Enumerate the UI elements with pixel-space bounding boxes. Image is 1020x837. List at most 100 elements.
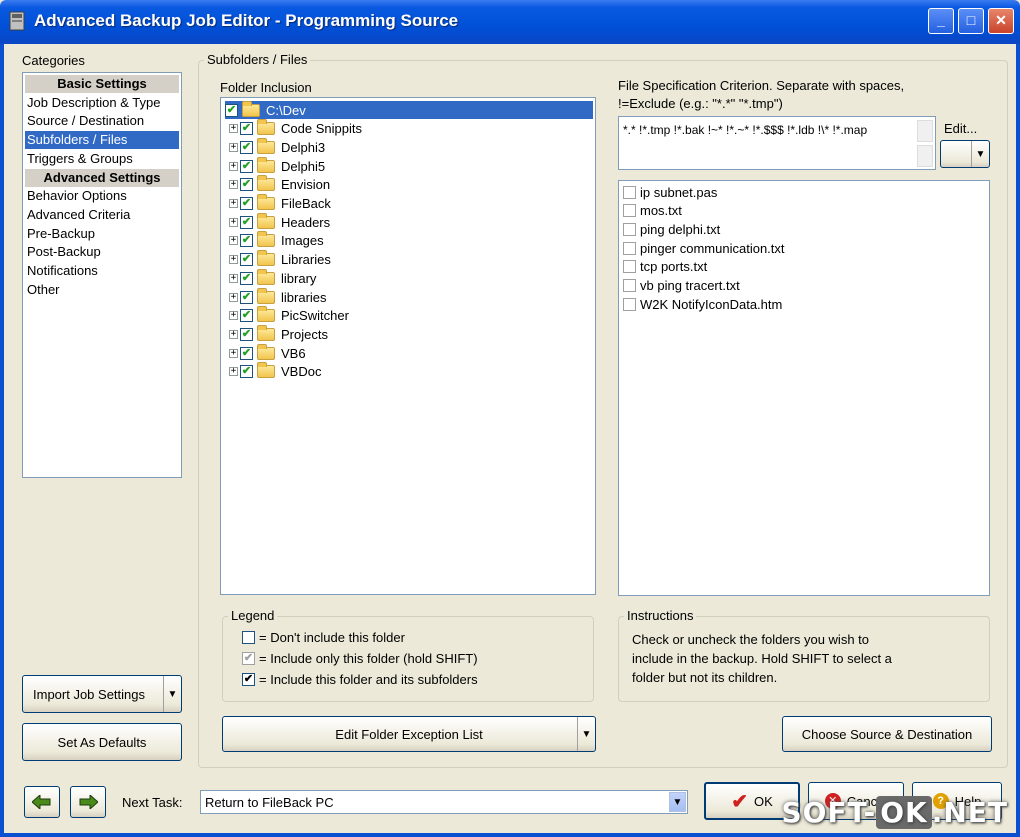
file-row[interactable]: mos.txt [623, 202, 682, 220]
folder-checkbox[interactable]: ✔ [240, 346, 253, 360]
tree-row[interactable]: + ✔ Delphi5 [229, 156, 325, 175]
tree-row[interactable]: + ✔ library [229, 268, 316, 287]
category-item[interactable]: Post-Backup [25, 243, 179, 261]
expand-icon[interactable]: + [229, 311, 238, 321]
file-checkbox[interactable] [623, 297, 636, 311]
category-item[interactable]: Pre-Backup [25, 225, 179, 243]
expand-icon[interactable]: + [229, 329, 238, 339]
tree-row[interactable]: + ✔ Envision [229, 175, 330, 194]
import-job-settings-button[interactable]: Import Job Settings ▼ [22, 675, 182, 713]
folder-checkbox[interactable]: ✔ [240, 159, 253, 173]
tree-row[interactable]: + ✔ VBDoc [229, 362, 321, 381]
subfolders-group-label: Subfolders / Files [204, 52, 311, 67]
folder-checkbox[interactable]: ✔ [240, 234, 253, 248]
expand-icon[interactable]: + [229, 367, 238, 377]
folder-checkbox[interactable]: ✔ [240, 271, 253, 285]
expand-icon[interactable]: + [229, 199, 238, 208]
folder-icon [257, 119, 275, 136]
watermark-left: SOFT- [781, 796, 877, 829]
close-button[interactable]: ✕ [988, 8, 1014, 34]
expand-icon[interactable]: + [229, 255, 238, 265]
set-as-defaults-button[interactable]: Set As Defaults [22, 723, 182, 761]
tree-row[interactable]: + ✔ Code Snippits [229, 119, 362, 138]
file-checkbox[interactable] [623, 260, 636, 274]
tree-row[interactable]: + ✔ FileBack [229, 194, 331, 213]
import-job-settings-label: Import Job Settings [33, 686, 145, 702]
tree-row[interactable]: + ✔ Delphi3 [229, 137, 325, 156]
instructions-label: Instructions [624, 608, 697, 623]
folder-checkbox[interactable]: ✔ [240, 365, 253, 379]
expand-icon[interactable]: + [229, 292, 238, 302]
tree-row[interactable]: + ✔ Projects [229, 324, 328, 343]
category-item[interactable]: Subfolders / Files [25, 131, 179, 150]
tree-row[interactable]: + ✔ VB6 [229, 343, 306, 362]
folder-checkbox[interactable]: ✔ [225, 103, 238, 117]
file-row[interactable]: ping delphi.txt [623, 220, 720, 238]
file-row[interactable]: ip subnet.pas [623, 183, 717, 201]
tree-row[interactable]: ✔ C:\Dev [225, 100, 593, 119]
next-task-button[interactable] [70, 786, 106, 818]
category-item[interactable]: Source / Destination [25, 112, 179, 130]
title-bar[interactable]: Advanced Backup Job Editor - Programming… [0, 0, 1020, 44]
scroll-down-button[interactable] [917, 145, 933, 167]
file-checkbox[interactable] [623, 279, 636, 292]
previous-task-button[interactable] [24, 786, 60, 818]
file-checkbox[interactable] [623, 222, 636, 236]
file-row[interactable]: tcp ports.txt [623, 258, 707, 276]
category-item[interactable]: Triggers & Groups [25, 150, 179, 168]
edit-dropdown-button[interactable]: ▼ [940, 140, 990, 168]
category-item[interactable]: Advanced Criteria [25, 206, 179, 224]
folder-checkbox[interactable]: ✔ [240, 309, 253, 323]
folder-checkbox[interactable]: ✔ [240, 327, 253, 341]
chevron-down-icon[interactable]: ▼ [163, 676, 181, 712]
choose-source-destination-button[interactable]: Choose Source & Destination [782, 716, 992, 752]
tree-row[interactable]: + ✔ Libraries [229, 250, 331, 269]
folder-icon [257, 175, 275, 192]
folder-checkbox[interactable]: ✔ [240, 178, 253, 192]
file-row[interactable]: pinger communication.txt [623, 239, 785, 257]
folder-icon [257, 324, 275, 341]
file-row[interactable]: vb ping tracert.txt [623, 277, 740, 295]
chevron-down-icon[interactable]: ▼ [577, 717, 595, 751]
folder-checkbox[interactable]: ✔ [240, 122, 253, 136]
category-item[interactable]: Other [25, 281, 179, 299]
category-item[interactable]: Behavior Options [25, 187, 179, 205]
expand-icon[interactable]: + [229, 161, 238, 171]
expand-icon[interactable]: + [229, 142, 238, 152]
file-list[interactable]: ip subnet.pas mos.txt ping delphi.txt pinge… [618, 180, 990, 596]
folder-checkbox[interactable]: ✔ [240, 215, 253, 229]
folder-tree[interactable]: ✔ C:\Dev + ✔ Code Snippits + ✔ Delphi3 + ✔ Delphi5… [220, 97, 596, 595]
file-checkbox[interactable] [623, 204, 636, 218]
category-item[interactable]: Job Description & Type [25, 94, 179, 112]
category-item[interactable]: Notifications [25, 262, 179, 280]
folder-inclusion-label: Folder Inclusion [220, 80, 312, 95]
chevron-down-icon[interactable]: ▼ [669, 792, 686, 812]
file-checkbox[interactable] [623, 185, 636, 199]
expand-icon[interactable]: + [229, 180, 238, 190]
folder-checkbox[interactable]: ✔ [240, 197, 253, 210]
expand-icon[interactable]: + [229, 236, 238, 246]
scroll-up-button[interactable] [917, 120, 933, 142]
categories-list[interactable]: Basic Settings Job Description & Type Sour… [22, 72, 182, 478]
expand-icon[interactable]: + [229, 348, 238, 358]
tree-row[interactable]: + ✔ PicSwitcher [229, 306, 349, 325]
edit-link[interactable]: Edit... [944, 121, 977, 136]
folder-checkbox[interactable]: ✔ [240, 140, 253, 154]
minimize-button[interactable]: _ [928, 8, 954, 34]
expand-icon[interactable]: + [229, 124, 238, 134]
file-checkbox[interactable] [623, 241, 636, 255]
tree-row[interactable]: + ✔ Headers [229, 212, 330, 231]
file-spec-input[interactable]: *.* !*.tmp !*.bak !~* !*.~* !*.$$$ !*.ld… [618, 116, 936, 170]
folder-checkbox[interactable]: ✔ [240, 290, 253, 304]
watermark: SOFT- OK .NET [782, 796, 1009, 829]
maximize-button[interactable]: □ [958, 8, 984, 34]
expand-icon[interactable]: + [229, 217, 238, 227]
folder-label: PicSwitcher [281, 308, 349, 324]
next-task-select[interactable]: Return to FileBack PC ▼ [200, 790, 688, 814]
expand-icon[interactable]: + [229, 273, 238, 283]
edit-folder-exception-button[interactable]: Edit Folder Exception List ▼ [222, 716, 596, 752]
folder-checkbox[interactable]: ✔ [240, 253, 253, 267]
tree-row[interactable]: + ✔ libraries [229, 287, 327, 306]
tree-row[interactable]: + ✔ Images [229, 231, 324, 250]
file-row[interactable]: W2K NotifyIconData.htm [623, 295, 782, 313]
